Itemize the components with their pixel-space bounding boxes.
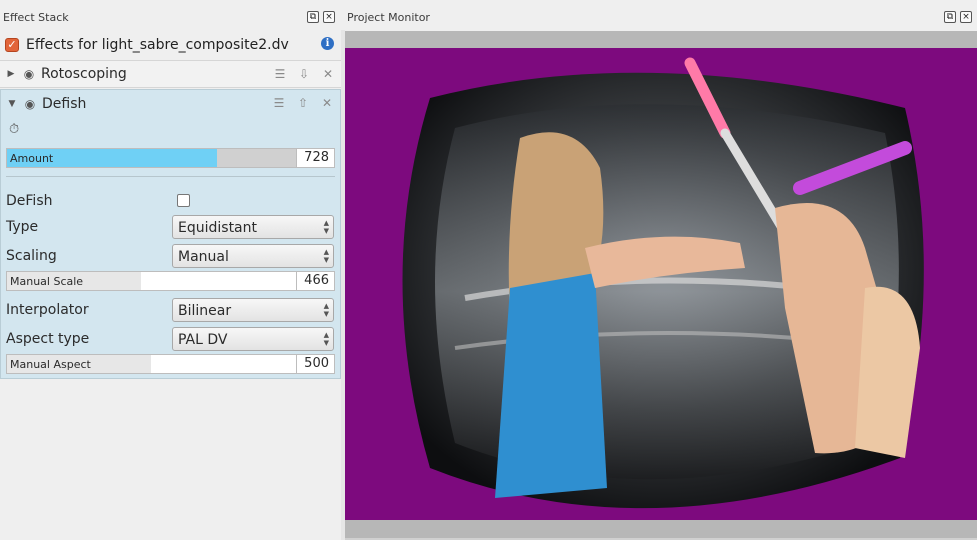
combo-arrows-icon: ▲ ▼	[323, 302, 329, 318]
eye-icon[interactable]: ◉	[23, 98, 37, 110]
project-monitor-dock: Project Monitor ⧉ ×	[345, 0, 977, 540]
effect-name: Rotoscoping	[41, 66, 127, 82]
combo-arrows-icon: ▲ ▼	[323, 248, 329, 264]
effect-actions: ☰ ⇩ ✕	[273, 67, 335, 81]
amount-label: Amount	[10, 152, 54, 165]
monitor-dock-buttons: ⧉ ×	[944, 11, 972, 23]
float-dock-icon[interactable]: ⧉	[944, 11, 956, 23]
type-label: Type	[6, 219, 39, 235]
manual-scale-value[interactable]: 466	[296, 272, 334, 290]
amount-value[interactable]: 728	[296, 149, 334, 167]
separator	[6, 176, 335, 177]
project-monitor-title: Project Monitor	[347, 11, 430, 24]
effect-name: Defish	[42, 95, 87, 112]
interpolator-combo[interactable]: Bilinear ▲ ▼	[172, 298, 334, 322]
manual-aspect-value[interactable]: 500	[296, 355, 334, 373]
move-up-icon[interactable]: ⇧	[296, 96, 310, 110]
delete-icon[interactable]: ✕	[321, 67, 335, 81]
video-preview[interactable]	[345, 48, 977, 520]
effect-stack-dock-buttons: ⧉ ×	[307, 11, 335, 23]
close-dock-icon[interactable]: ×	[323, 11, 335, 23]
aspect-type-value: PAL DV	[178, 332, 228, 348]
interpolator-value: Bilinear	[178, 303, 232, 319]
manual-aspect-label: Manual Aspect	[10, 358, 91, 371]
interpolator-label: Interpolator	[6, 302, 89, 318]
eye-icon[interactable]: ◉	[22, 68, 36, 80]
effect-actions: ☰ ⇧ ✕	[272, 96, 334, 110]
combo-arrows-icon: ▲ ▼	[323, 219, 329, 235]
delete-icon[interactable]: ✕	[320, 96, 334, 110]
enable-effects-checkbox[interactable]: ✓	[5, 38, 19, 52]
info-icon[interactable]: i	[321, 37, 334, 50]
effect-stack-header: ✓ Effects for light_sabre_composite2.dv …	[0, 31, 341, 59]
effect-defish-panel: ▼ ◉ Defish ☰ ⇧ ✕ ⏱ Amount 728 DeFish Typ…	[0, 89, 341, 379]
effect-stack-clip-title: Effects for light_sabre_composite2.dv	[26, 37, 289, 53]
kdenlive-window: Effect Stack ⧉ × ✓ Effects for light_sab…	[0, 0, 977, 540]
expand-arrow-icon[interactable]: ▶	[0, 69, 22, 79]
menu-icon[interactable]: ☰	[272, 96, 286, 110]
effect-stack-title: Effect Stack	[3, 11, 69, 24]
effect-defish-header[interactable]: ▼ ◉ Defish ☰ ⇧ ✕	[1, 90, 340, 117]
defish-checkbox[interactable]	[177, 194, 190, 207]
defished-video-frame	[402, 57, 924, 509]
scaling-value: Manual	[178, 249, 229, 265]
monitor-frame	[345, 31, 977, 540]
collapse-arrow-icon[interactable]: ▼	[1, 99, 23, 109]
amount-slider[interactable]: Amount 728	[6, 148, 335, 168]
type-combo[interactable]: Equidistant ▲ ▼	[172, 215, 334, 239]
keyframe-timer-icon[interactable]: ⏱	[9, 122, 19, 137]
close-dock-icon[interactable]: ×	[960, 11, 972, 23]
aspect-type-label: Aspect type	[6, 331, 90, 347]
manual-scale-label: Manual Scale	[10, 275, 84, 288]
float-dock-icon[interactable]: ⧉	[307, 11, 319, 23]
scaling-label: Scaling	[6, 248, 57, 264]
move-down-icon[interactable]: ⇩	[297, 67, 311, 81]
scaling-combo[interactable]: Manual ▲ ▼	[172, 244, 334, 268]
combo-arrows-icon: ▲ ▼	[323, 331, 329, 347]
effect-rotoscoping[interactable]: ▶ ◉ Rotoscoping ☰ ⇩ ✕	[0, 60, 341, 88]
type-value: Equidistant	[178, 220, 257, 236]
effect-stack-dock: Effect Stack ⧉ × ✓ Effects for light_sab…	[0, 0, 341, 540]
menu-icon[interactable]: ☰	[273, 67, 287, 81]
manual-aspect-slider[interactable]: Manual Aspect 500	[6, 354, 335, 374]
aspect-type-combo[interactable]: PAL DV ▲ ▼	[172, 327, 334, 351]
manual-scale-slider[interactable]: Manual Scale 466	[6, 271, 335, 291]
defish-label: DeFish	[6, 193, 53, 209]
